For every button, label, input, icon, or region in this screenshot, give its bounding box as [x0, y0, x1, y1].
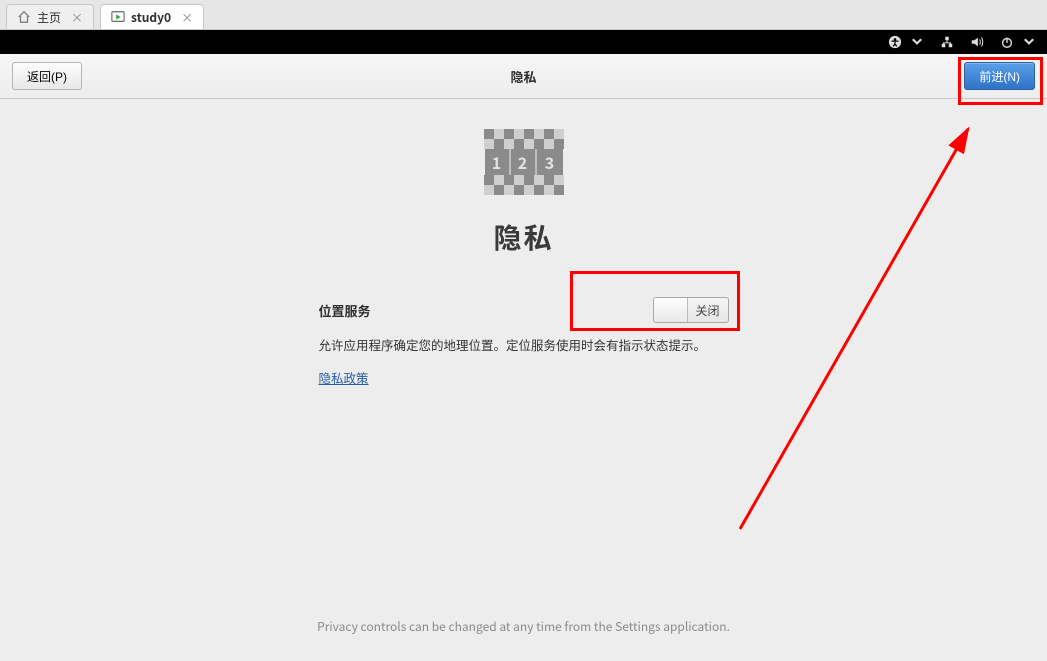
desktop-topbar	[0, 30, 1047, 54]
accessibility-icon[interactable]	[887, 34, 903, 50]
browser-tabstrip: 主页 × study0 ×	[0, 0, 1047, 30]
caret-down-icon[interactable]	[1021, 34, 1037, 50]
page-heading: 隐私	[493, 217, 553, 257]
close-icon[interactable]: ×	[181, 9, 193, 26]
vm-icon	[111, 10, 125, 24]
page-body: 1 2 3 隐私 位置服务 关闭 允许应用程序确定您的地理位置。定位服务使用时会…	[0, 99, 1047, 661]
network-icon[interactable]	[939, 34, 955, 50]
footer-note: Privacy controls can be changed at any t…	[0, 618, 1047, 635]
location-service-description: 允许应用程序确定您的地理位置。定位服务使用时会有指示状态提示。	[319, 335, 729, 354]
next-button[interactable]: 前进(N)	[964, 62, 1035, 90]
power-icon[interactable]	[999, 34, 1015, 50]
tab-label: study0	[131, 9, 171, 26]
caret-down-icon[interactable]	[909, 34, 925, 50]
home-icon	[17, 10, 31, 24]
privacy-logo-icon: 1 2 3	[484, 129, 564, 195]
header-title: 隐私	[0, 67, 1047, 86]
location-service-label: 位置服务	[319, 301, 371, 320]
toggle-knob	[654, 298, 688, 322]
tab-study0[interactable]: study0 ×	[100, 4, 204, 29]
privacy-policy-link[interactable]: 隐私政策	[319, 368, 369, 387]
location-service-toggle[interactable]: 关闭	[653, 297, 729, 323]
digit-1: 1	[485, 149, 511, 175]
annotation-arrow	[700, 99, 1030, 549]
tab-home[interactable]: 主页 ×	[6, 4, 94, 29]
close-icon[interactable]: ×	[71, 9, 83, 26]
headerbar: 返回(P) 隐私 前进(N)	[0, 54, 1047, 99]
toggle-state-label: 关闭	[688, 302, 728, 319]
digit-3: 3	[537, 149, 563, 175]
location-service-section: 位置服务 关闭 允许应用程序确定您的地理位置。定位服务使用时会有指示状态提示。 …	[319, 297, 729, 387]
digit-2: 2	[511, 149, 537, 175]
back-button[interactable]: 返回(P)	[12, 62, 82, 90]
volume-icon[interactable]	[969, 34, 985, 50]
tab-label: 主页	[37, 9, 61, 26]
